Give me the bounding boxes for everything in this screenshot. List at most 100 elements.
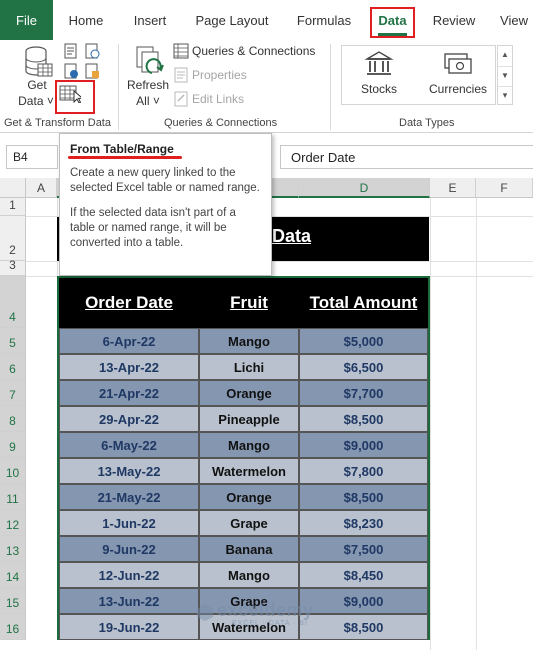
- cell-order-date[interactable]: 13-Jun-22: [59, 588, 199, 614]
- column-header-e[interactable]: E: [430, 178, 476, 198]
- cell-fruit[interactable]: Pineapple: [199, 406, 299, 432]
- tab-view[interactable]: View: [495, 0, 533, 40]
- stocks-icon[interactable]: [364, 50, 394, 78]
- row-header-16[interactable]: 16: [0, 614, 26, 640]
- cell-total-amount[interactable]: $5,000: [299, 328, 428, 354]
- row-header-2[interactable]: 2: [0, 216, 26, 261]
- row-header-15[interactable]: 15: [0, 588, 26, 614]
- get-data-label-1[interactable]: Get: [17, 78, 57, 92]
- cell-total-amount[interactable]: $9,000: [299, 588, 428, 614]
- currencies-icon[interactable]: [443, 51, 473, 77]
- queries-connections-button[interactable]: Queries & Connections: [192, 44, 315, 58]
- tooltip-note: If the selected data isn't part of a tab…: [70, 207, 236, 249]
- cell-total-amount[interactable]: $7,700: [299, 380, 428, 406]
- tab-review[interactable]: Review: [425, 0, 483, 40]
- tab-file[interactable]: File: [0, 0, 53, 40]
- refresh-all-label-1[interactable]: Refresh: [126, 78, 170, 92]
- cell-order-date[interactable]: 12-Jun-22: [59, 562, 199, 588]
- cell-fruit[interactable]: Orange: [199, 380, 299, 406]
- cell-fruit[interactable]: Banana: [199, 536, 299, 562]
- cell-total-amount[interactable]: $8,500: [299, 614, 428, 640]
- tab-insert[interactable]: Insert: [124, 0, 176, 40]
- cell-order-date[interactable]: 6-Apr-22: [59, 328, 199, 354]
- row-header-14[interactable]: 14: [0, 562, 26, 588]
- cell-order-date[interactable]: 9-Jun-22: [59, 536, 199, 562]
- tab-home[interactable]: Home: [60, 0, 112, 40]
- cell-fruit[interactable]: Mango: [199, 432, 299, 458]
- cell-total-amount[interactable]: $7,800: [299, 458, 428, 484]
- watermark-brand: exceldemy: [217, 600, 314, 620]
- row-header-6[interactable]: 6: [0, 354, 26, 380]
- cell-fruit[interactable]: Watermelon: [199, 458, 299, 484]
- chevron-up-icon[interactable]: ▲: [498, 46, 512, 66]
- row-header-11[interactable]: 11: [0, 484, 26, 510]
- cell-order-date[interactable]: 21-May-22: [59, 484, 199, 510]
- from-picture-icon[interactable]: [63, 63, 79, 79]
- row-header-5[interactable]: 5: [0, 328, 26, 354]
- refresh-all-icon[interactable]: [135, 45, 167, 79]
- tab-page-layout[interactable]: Page Layout: [188, 0, 276, 40]
- row-header-1[interactable]: 1: [0, 198, 26, 216]
- from-table-range-highlight: [55, 80, 95, 114]
- select-all-corner[interactable]: [0, 178, 26, 198]
- queries-connections-icon[interactable]: [173, 43, 189, 59]
- cell-total-amount[interactable]: $8,450: [299, 562, 428, 588]
- header-order-date[interactable]: Order Date: [59, 278, 199, 328]
- cell-total-amount[interactable]: $8,230: [299, 510, 428, 536]
- group-label-get-transform: Get & Transform Data: [4, 117, 111, 129]
- row-header-7[interactable]: 7: [0, 380, 26, 406]
- row-header-4[interactable]: 4: [0, 276, 26, 328]
- refresh-all-label-2[interactable]: All ˅: [126, 94, 170, 108]
- ribbon-separator: [118, 44, 119, 130]
- tooltip-title: From Table/Range: [70, 142, 174, 156]
- cell-fruit[interactable]: Orange: [199, 484, 299, 510]
- currencies-button[interactable]: Currencies: [426, 82, 490, 96]
- row-header-12[interactable]: 12: [0, 510, 26, 536]
- row-header-3[interactable]: 3: [0, 258, 26, 276]
- row-header-9[interactable]: 9: [0, 432, 26, 458]
- cell-fruit[interactable]: Mango: [199, 562, 299, 588]
- group-label-queries-connections: Queries & Connections: [164, 117, 278, 129]
- stocks-button[interactable]: Stocks: [356, 82, 402, 96]
- ribbon-separator: [330, 44, 331, 130]
- edit-links-button: Edit Links: [192, 92, 245, 106]
- cell-total-amount[interactable]: $8,500: [299, 406, 428, 432]
- data-tab-highlight: [370, 7, 415, 38]
- properties-icon: [174, 67, 188, 83]
- column-header-a[interactable]: A: [26, 178, 57, 198]
- cell-fruit[interactable]: Lichi: [199, 354, 299, 380]
- cell-order-date[interactable]: 13-Apr-22: [59, 354, 199, 380]
- from-text-csv-icon[interactable]: [63, 43, 79, 59]
- column-header-d[interactable]: D: [299, 178, 430, 198]
- exceldemy-logo-icon: [197, 604, 213, 621]
- cell-order-date[interactable]: 1-Jun-22: [59, 510, 199, 536]
- column-header-f[interactable]: F: [476, 178, 533, 198]
- formula-input[interactable]: Order Date: [280, 145, 533, 169]
- cell-order-date[interactable]: 21-Apr-22: [59, 380, 199, 406]
- cell-total-amount[interactable]: $8,500: [299, 484, 428, 510]
- sheet-title-text[interactable]: Data: [272, 226, 311, 247]
- cell-order-date[interactable]: 13-May-22: [59, 458, 199, 484]
- recent-sources-icon[interactable]: [84, 63, 100, 79]
- name-box[interactable]: B4: [6, 145, 58, 169]
- get-data-label-2[interactable]: Data ˅: [14, 94, 58, 108]
- cell-fruit[interactable]: Mango: [199, 328, 299, 354]
- ribbon-tab-bar: File Home Insert Page Layout Formulas Da…: [0, 0, 533, 40]
- from-web-icon[interactable]: [84, 43, 100, 59]
- row-header-13[interactable]: 13: [0, 536, 26, 562]
- cell-total-amount[interactable]: $6,500: [299, 354, 428, 380]
- gallery-more-icon[interactable]: ▾: [498, 86, 512, 104]
- tab-formulas[interactable]: Formulas: [289, 0, 359, 40]
- cell-order-date[interactable]: 29-Apr-22: [59, 406, 199, 432]
- cell-total-amount[interactable]: $9,000: [299, 432, 428, 458]
- cell-order-date[interactable]: 19-Jun-22: [59, 614, 199, 640]
- row-header-8[interactable]: 8: [0, 406, 26, 432]
- cell-order-date[interactable]: 6-May-22: [59, 432, 199, 458]
- cell-fruit[interactable]: Grape: [199, 510, 299, 536]
- row-header-10[interactable]: 10: [0, 458, 26, 484]
- cell-total-amount[interactable]: $7,500: [299, 536, 428, 562]
- gallery-scroll[interactable]: ▲ ▼ ▾: [497, 45, 513, 105]
- header-total-amount[interactable]: Total Amount: [299, 278, 428, 328]
- header-fruit[interactable]: Fruit: [199, 278, 299, 328]
- chevron-down-icon[interactable]: ▼: [498, 66, 512, 86]
